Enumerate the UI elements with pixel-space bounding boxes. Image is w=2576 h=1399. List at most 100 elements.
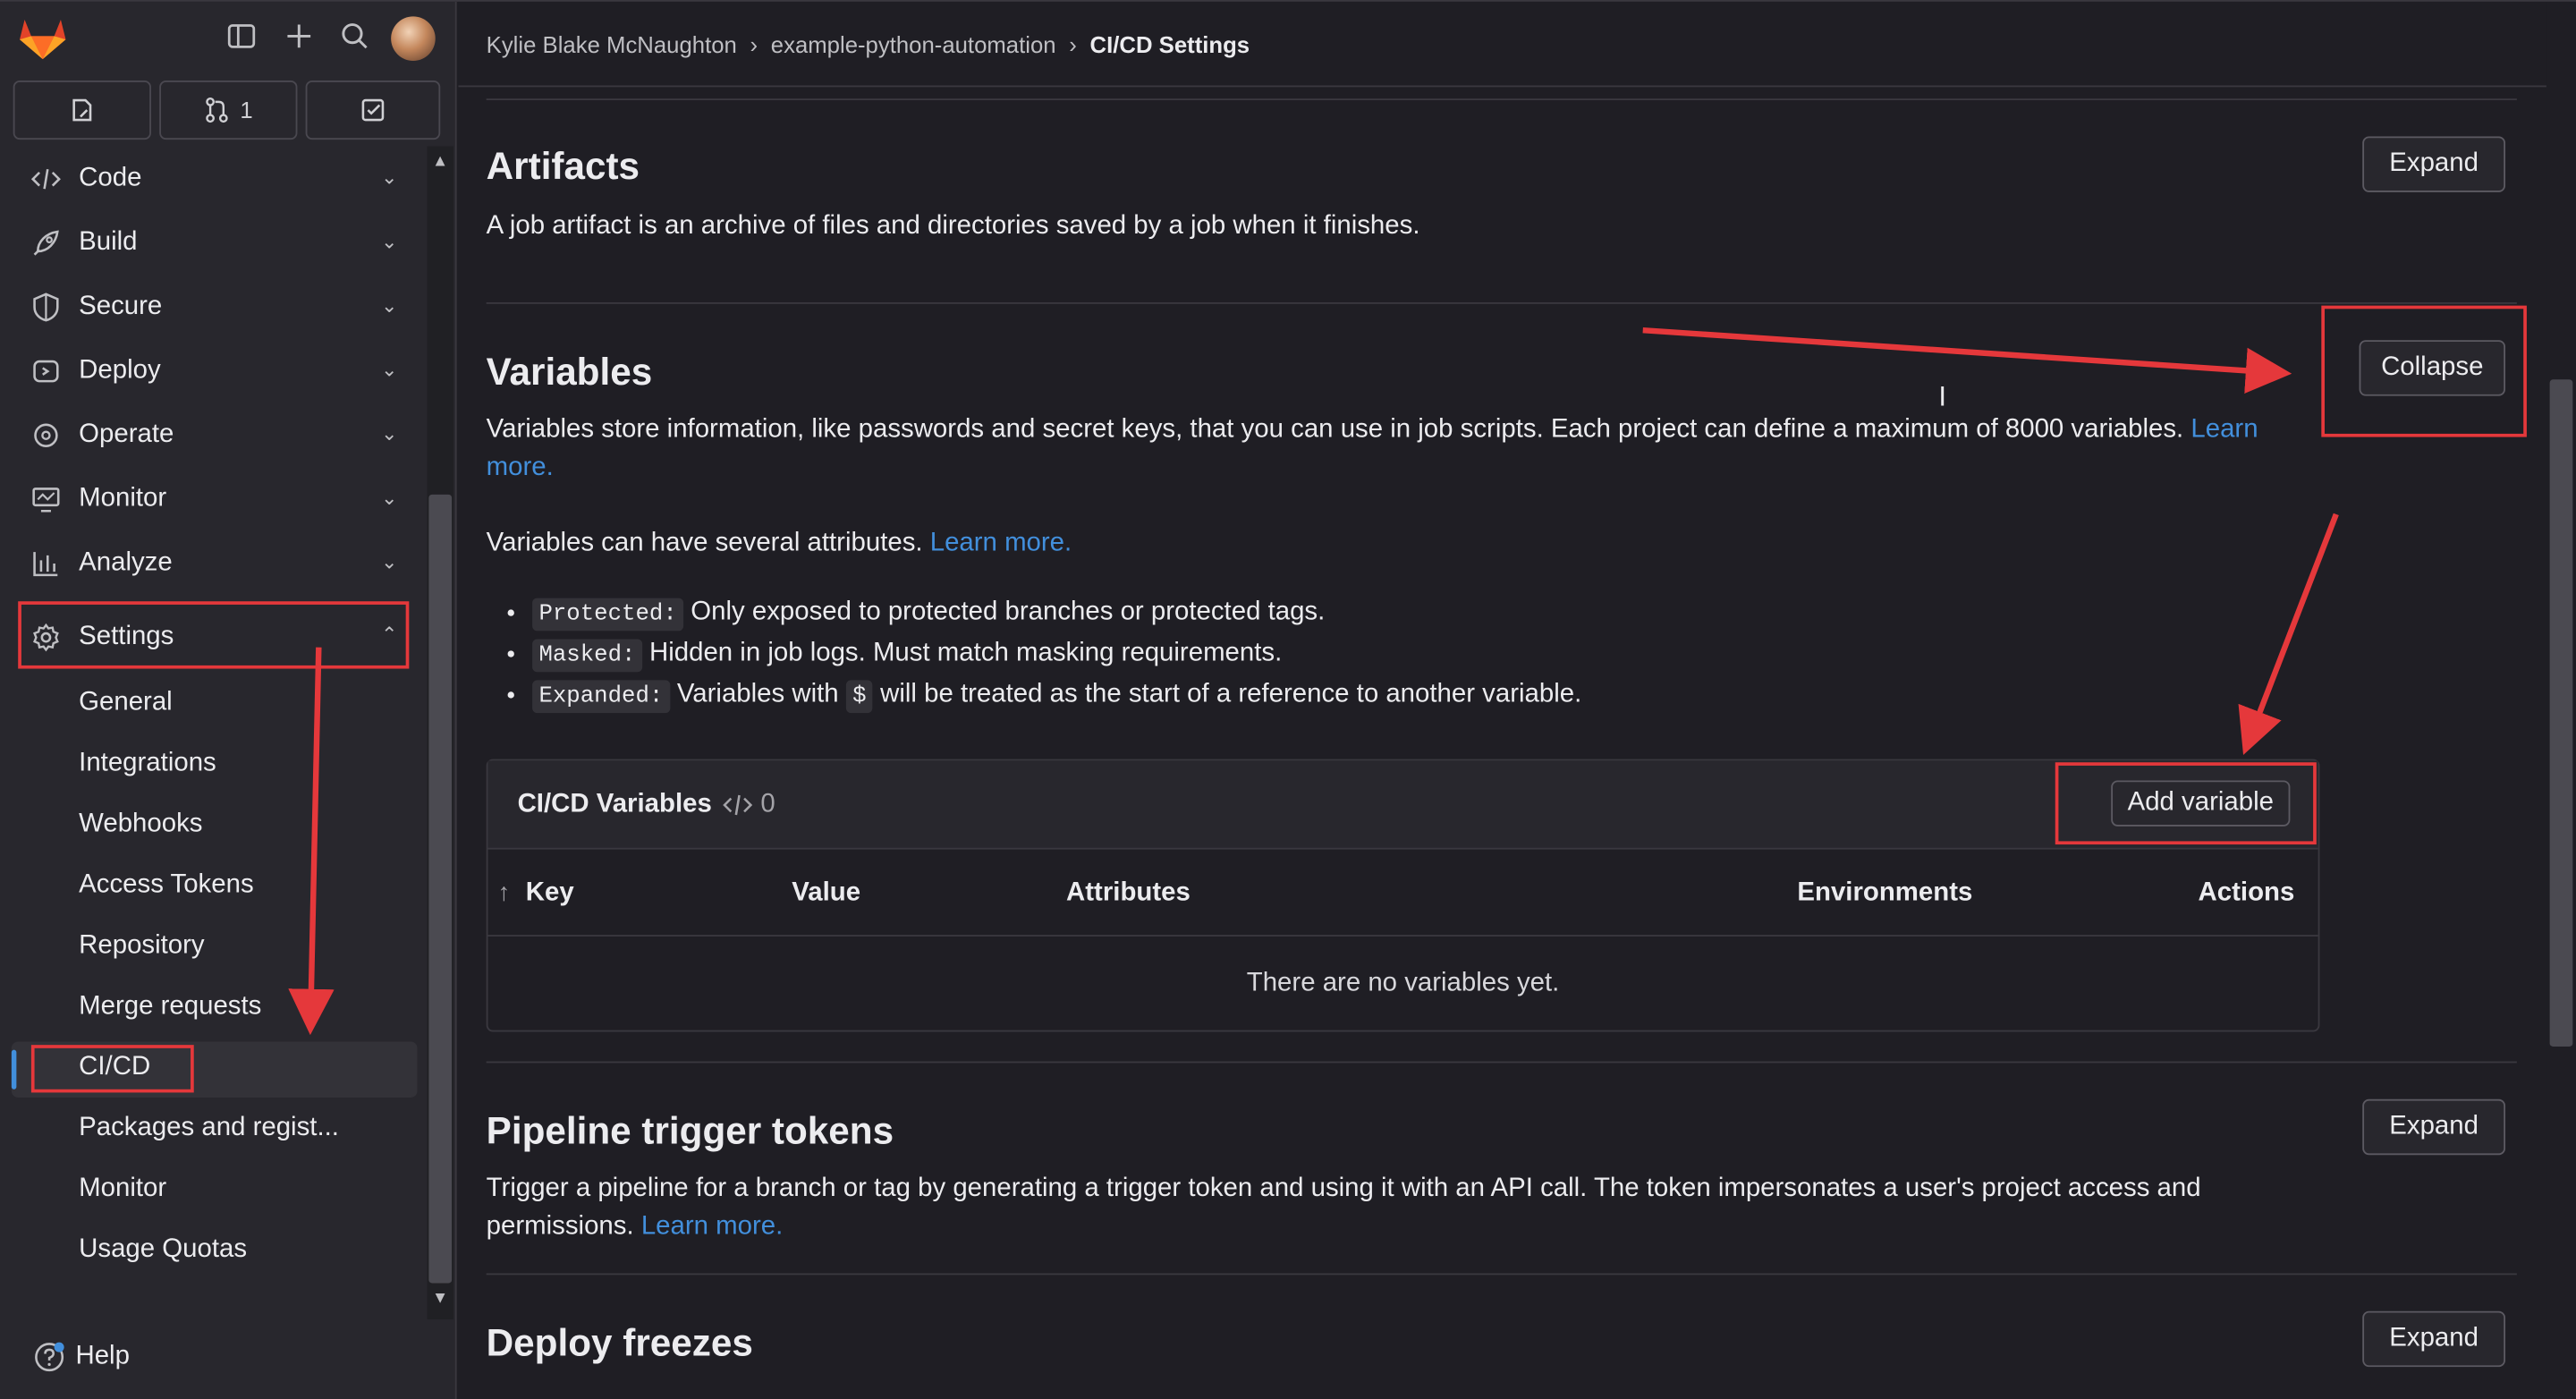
attributes-intro: Variables can have several attributes. L… [487, 524, 1072, 562]
nav-item-label: Deploy [79, 356, 161, 385]
search-icon[interactable] [338, 21, 371, 55]
page-scrollbar[interactable] [2546, 1, 2576, 1399]
chevron-down-icon: ⌄ [381, 358, 398, 382]
settings-item-packages[interactable]: Packages and regist... [79, 1112, 339, 1145]
column-value: Value [792, 878, 861, 907]
settings-item-merge-requests[interactable]: Merge requests [79, 991, 261, 1024]
settings-item-integrations[interactable]: Integrations [79, 748, 216, 781]
artifacts-description: A job artifact is an archive of files an… [486, 211, 1420, 241]
text-cursor-icon: I [1938, 381, 1947, 413]
settings-item-webhooks[interactable]: Webhooks [79, 809, 202, 842]
dollar-code: $ [845, 680, 873, 714]
nav-item-operate[interactable]: Operate ⌄ [20, 406, 407, 465]
table-title: CI/CD Variables [517, 790, 712, 818]
attribute-code: Expanded: [532, 680, 670, 714]
artifacts-expand-button[interactable]: Expand [2362, 136, 2506, 192]
app-window: 1 Code ⌄ Build ⌄ Secure ⌄ Deploy ⌄ Opera… [0, 0, 2576, 1399]
attributes-list: Protected: Only exposed to protected bra… [532, 593, 1581, 716]
code-icon [723, 794, 753, 816]
deploy-icon [30, 355, 63, 388]
chevron-down-icon: ⌄ [381, 165, 398, 190]
toggle-sidebar-icon[interactable] [225, 21, 258, 55]
page-scrollbar-thumb[interactable] [2549, 379, 2573, 1047]
deploy-freezes-title: Deploy freezes [486, 1320, 753, 1364]
table-header-bar: CI/CD Variables 0 Add variable [487, 760, 2318, 850]
settings-item-general[interactable]: General [79, 687, 173, 720]
divider [486, 301, 2517, 304]
scroll-down-icon[interactable]: ▼ [432, 1290, 448, 1308]
list-item: Expanded: Variables with $ will be treat… [532, 675, 1581, 716]
attributes-learn-more-link[interactable]: Learn more. [930, 529, 1072, 556]
monitor-icon [30, 483, 63, 516]
user-avatar[interactable] [391, 16, 436, 61]
settings-item-monitor[interactable]: Monitor [79, 1173, 166, 1206]
settings-item-usage-quotas[interactable]: Usage Quotas [79, 1234, 247, 1267]
cloud-gear-icon [30, 419, 63, 452]
attribute-code: Masked: [532, 639, 642, 673]
breadcrumb-owner[interactable]: Kylie Blake McNaughton [487, 31, 737, 57]
variables-description-text: Variables store information, like passwo… [486, 415, 2184, 444]
todo-icon [361, 98, 385, 122]
nav-item-label: Code [79, 164, 142, 192]
divider [486, 98, 2517, 101]
column-actions: Actions [2198, 878, 2295, 907]
nav-item-analyze[interactable]: Analyze ⌄ [20, 534, 407, 593]
variables-count-badge: 0 [723, 790, 775, 819]
attribute-code: Protected: [532, 598, 684, 632]
nav-item-build[interactable]: Build ⌄ [20, 214, 407, 273]
nav-item-secure[interactable]: Secure ⌄ [20, 277, 407, 336]
chevron-down-icon: ⌄ [381, 486, 398, 510]
sidebar-top-bar [0, 2, 455, 77]
add-variable-button[interactable]: Add variable [2111, 780, 2291, 827]
breadcrumb: Kylie Blake McNaughton › example-python-… [487, 31, 1250, 57]
list-item: Masked: Hidden in job logs. Must match m… [532, 634, 1581, 675]
attribute-text: Variables with [676, 680, 839, 708]
rocket-icon [30, 226, 63, 259]
column-attributes: Attributes [1066, 878, 1191, 907]
breadcrumb-separator-icon: › [750, 30, 758, 58]
deploy-freezes-expand-button[interactable]: Expand [2362, 1310, 2506, 1368]
sidebar-scrollbar-thumb[interactable] [428, 494, 453, 1284]
shield-icon [30, 291, 63, 324]
pipeline-triggers-learn-more-link[interactable]: Learn more. [641, 1213, 783, 1241]
nav-item-settings[interactable]: Settings ⌃ [20, 608, 407, 667]
chevron-up-icon: ⌃ [381, 623, 398, 646]
nav-item-deploy[interactable]: Deploy ⌄ [20, 342, 407, 401]
list-item: Protected: Only exposed to protected bra… [532, 593, 1581, 634]
merge-request-icon [206, 98, 228, 123]
nav-item-label: Settings [79, 623, 174, 651]
merge-requests-count: 1 [240, 97, 253, 123]
create-new-icon[interactable] [283, 21, 316, 55]
cicd-variables-table: CI/CD Variables 0 Add variable ↑ Key Val… [486, 759, 2320, 1032]
sort-arrow-icon[interactable]: ↑ [498, 879, 511, 907]
pipeline-triggers-title: Pipeline trigger tokens [486, 1108, 894, 1152]
settings-item-repository[interactable]: Repository [79, 930, 204, 963]
empty-state-text: There are no variables yet. [1246, 969, 1560, 997]
divider [486, 1061, 2517, 1064]
variables-count: 0 [760, 790, 775, 818]
assigned-issues-button[interactable] [13, 81, 151, 140]
breadcrumb-current[interactable]: CI/CD Settings [1090, 31, 1250, 57]
gitlab-logo-icon[interactable] [16, 15, 69, 61]
pipeline-triggers-expand-button[interactable]: Expand [2362, 1098, 2506, 1156]
variables-title: Variables [486, 350, 653, 393]
variables-collapse-button[interactable]: Collapse [2359, 340, 2506, 396]
nav-item-code[interactable]: Code ⌄ [20, 149, 407, 208]
artifacts-title: Artifacts [486, 144, 640, 188]
chevron-down-icon: ⌄ [381, 293, 398, 318]
nav-item-monitor[interactable]: Monitor ⌄ [20, 470, 407, 529]
settings-item-access-tokens[interactable]: Access Tokens [79, 869, 253, 903]
nav-item-label: Monitor [79, 484, 167, 513]
column-environments: Environments [1797, 878, 1973, 907]
todo-list-button[interactable] [305, 81, 441, 140]
nav-item-label: Secure [79, 292, 163, 321]
gear-icon [30, 621, 63, 654]
help-button[interactable]: Help [33, 1341, 130, 1374]
merge-requests-button[interactable]: 1 [159, 81, 298, 140]
settings-item-cicd[interactable]: CI/CD [79, 1052, 150, 1085]
scroll-up-icon[interactable]: ▲ [432, 153, 448, 171]
nav-item-label: Operate [79, 420, 174, 449]
column-key[interactable]: Key [526, 879, 574, 909]
chevron-down-icon: ⌄ [381, 230, 398, 253]
breadcrumb-project[interactable]: example-python-automation [771, 31, 1056, 57]
